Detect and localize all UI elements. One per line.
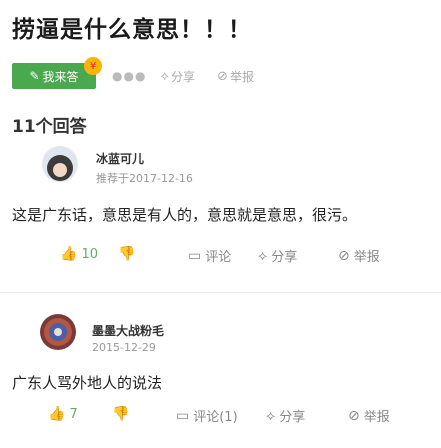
report-button[interactable]: ⊘ 举报 xyxy=(338,246,380,266)
share-button[interactable]: ⟡ 分享 xyxy=(258,246,298,266)
dislike-button[interactable]: 👎 xyxy=(118,246,139,262)
report-button[interactable]: ⊘ 举报 xyxy=(348,406,390,426)
answer-text: 广东人骂外地人的说法 xyxy=(12,374,163,392)
question-title: 捞逼是什么意思！！！ xyxy=(12,17,252,43)
like-count: 10 xyxy=(81,246,98,262)
share-icon: ⟡ xyxy=(266,407,276,424)
thumbs-down-icon: 👎 xyxy=(118,246,136,262)
question-report-button[interactable]: ⊘ 举报 xyxy=(217,68,254,85)
divider xyxy=(0,292,441,293)
pencil-icon: ✎ xyxy=(29,69,40,83)
dislike-button[interactable]: 👎 xyxy=(112,406,133,422)
share-label: 分享 xyxy=(279,410,306,425)
answer-date: 推荐于2017-12-16 xyxy=(96,172,193,185)
comment-button[interactable]: ▭ 评论(1) xyxy=(176,406,238,426)
share-button[interactable]: ⟡ 分享 xyxy=(266,406,306,426)
report-icon: ⊘ xyxy=(217,68,228,84)
question-share-label: 分享 xyxy=(171,69,196,84)
like-button[interactable]: 👍 7 xyxy=(48,406,78,422)
avatar-image xyxy=(42,146,78,182)
like-count: 7 xyxy=(69,406,78,422)
report-icon: ⊘ xyxy=(338,247,350,264)
question-share-button[interactable]: ⟡ 分享 xyxy=(160,68,195,85)
answer-button-label: 我来答 xyxy=(42,69,79,84)
more-icon[interactable]: ●●● xyxy=(112,69,146,83)
avatar-image xyxy=(40,314,76,350)
like-button[interactable]: 👍 10 xyxy=(60,246,98,262)
thumbs-up-icon: 👍 xyxy=(60,246,78,262)
thumbs-up-icon: 👍 xyxy=(48,406,66,422)
report-icon: ⊘ xyxy=(348,407,360,424)
report-label: 举报 xyxy=(353,250,380,265)
answer-date: 2015-12-29 xyxy=(92,341,156,354)
comment-label: 评论(1) xyxy=(193,410,238,425)
comment-icon: ▭ xyxy=(176,407,190,424)
answer-action-bar: 👍 7 👎 ▭ 评论(1) ⟡ 分享 ⊘ 举报 xyxy=(0,406,441,436)
avatar[interactable] xyxy=(42,146,78,182)
answer-user-name[interactable]: 冰蓝可儿 xyxy=(96,150,144,167)
answer-action-bar: 👍 10 👎 ▭ 评论 ⟡ 分享 ⊘ 举报 xyxy=(0,246,441,276)
answer-user-name[interactable]: 墨墨大战粉毛 xyxy=(92,322,164,339)
thumbs-down-icon: 👎 xyxy=(112,406,130,422)
comment-button[interactable]: ▭ 评论 xyxy=(188,246,232,266)
share-icon: ⟡ xyxy=(160,68,170,84)
coin-badge-icon: ¥ xyxy=(84,57,102,75)
share-icon: ⟡ xyxy=(258,247,268,264)
answer-text: 这是广东话，意思是有人的，意思就是意思，很污。 xyxy=(12,206,358,224)
answers-count: 11个回答 xyxy=(12,117,87,137)
report-label: 举报 xyxy=(363,410,390,425)
answer-button[interactable]: ✎ 我来答 ¥ xyxy=(12,57,102,89)
avatar[interactable] xyxy=(40,314,76,350)
comment-icon: ▭ xyxy=(188,247,202,264)
share-label: 分享 xyxy=(271,250,298,265)
question-report-label: 举报 xyxy=(229,69,254,84)
comment-label: 评论 xyxy=(205,250,232,265)
